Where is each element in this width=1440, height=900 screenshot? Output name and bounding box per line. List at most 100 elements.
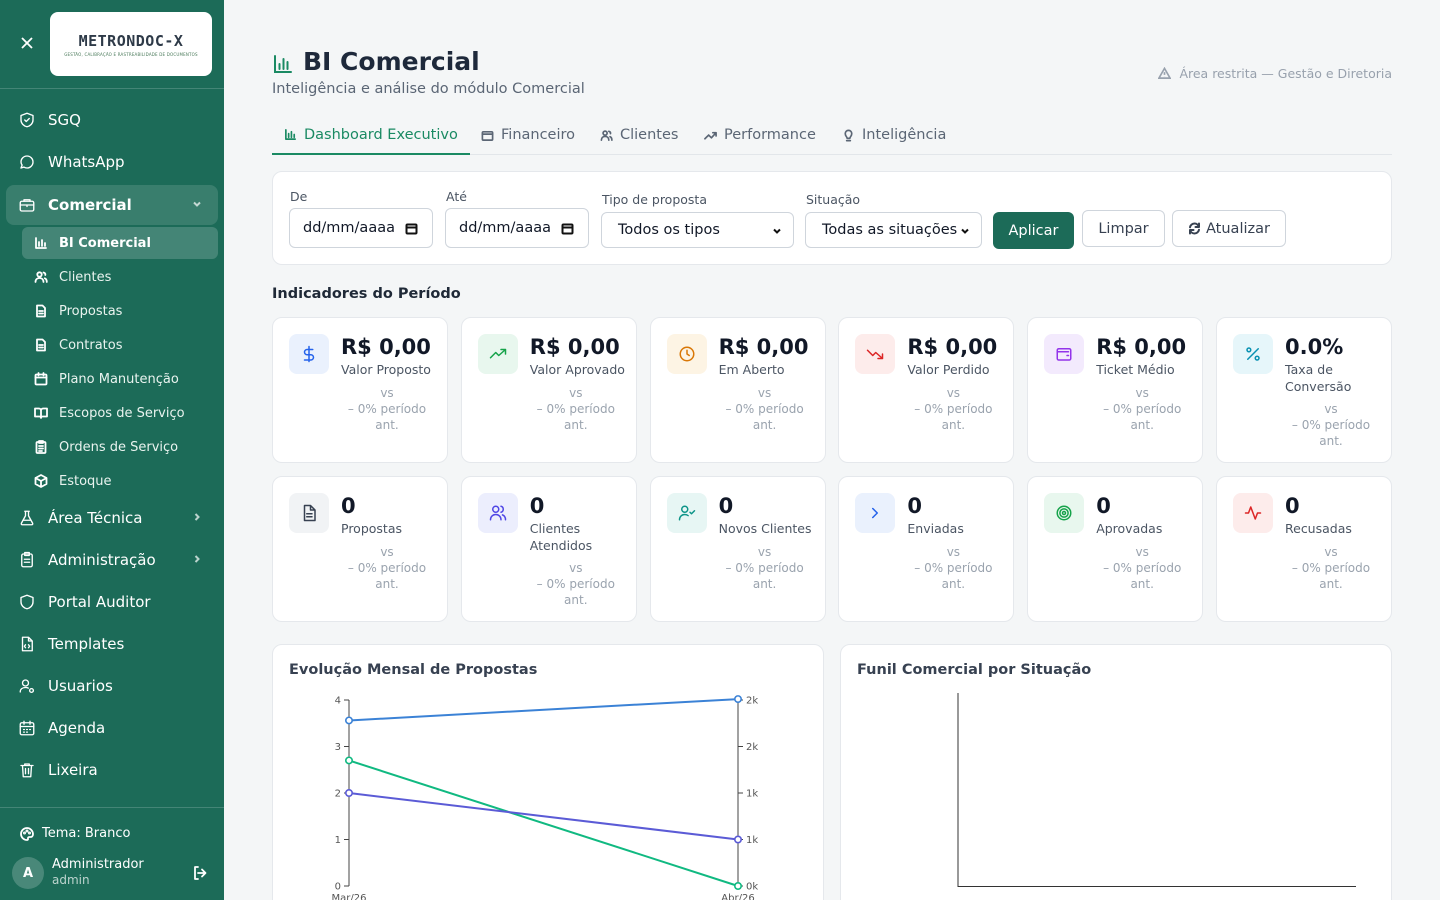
user-check-icon	[678, 505, 695, 521]
refresh-button[interactable]: Atualizar	[1172, 210, 1286, 247]
left-tick-label: 0	[335, 882, 341, 893]
sidebar-subitem-escopos[interactable]: Escopos de Serviço	[22, 397, 218, 429]
kpi-comparison-line: ant.	[941, 576, 966, 591]
sidebar-item-label: Lixeira	[48, 761, 98, 779]
kpi-comparison-line: vs	[569, 561, 583, 575]
series-point	[345, 756, 354, 765]
kpi-comparison-line: ant.	[564, 417, 588, 432]
sidebar-subitem-contratos[interactable]: Contratos	[22, 329, 218, 361]
sidebar-item-portal-auditor[interactable]: Portal Auditor	[6, 582, 218, 622]
kpi-icon-box	[1233, 334, 1273, 374]
to-date-value: dd/mm/aaaa	[459, 220, 551, 236]
logout-button[interactable]	[192, 865, 208, 881]
sales-funnel-chart: Funil Comercial por Situação	[840, 644, 1392, 900]
kpi-card: 0 Enviadas vs – 0% período ant.	[838, 476, 1015, 622]
status-select[interactable]: Todas as situações	[805, 212, 982, 248]
sidebar-subitem-label: Estoque	[59, 473, 112, 489]
sidebar-item-comercial[interactable]: Comercial	[6, 185, 218, 225]
kpi-label: Aprovadas	[1096, 521, 1163, 536]
sidebar-item-lixeira[interactable]: Lixeira	[6, 750, 218, 790]
kpi-comparison: vs – 0% período ant.	[526, 560, 626, 608]
status-label: Situação	[806, 192, 861, 207]
calendar-icon[interactable]	[405, 222, 418, 235]
restricted-notice: Área restrita — Gestão e Diretoria	[1158, 66, 1392, 81]
clear-button[interactable]: Limpar	[1082, 210, 1165, 247]
kpi-label: Clientes Atendidos	[529, 521, 593, 553]
sidebar-item-administracao[interactable]: Administração	[6, 540, 218, 580]
kpi-comparison-line: ant.	[1319, 434, 1343, 448]
kpi-comparison-line: vs	[757, 385, 772, 400]
close-sidebar-button[interactable]	[17, 32, 37, 54]
calendar-icon	[18, 719, 36, 737]
kpi-comparison: vs – 0% período ant.	[1092, 385, 1192, 433]
kpi-label: Taxa de Conversão	[1285, 362, 1352, 394]
left-tick-label: 3	[335, 742, 341, 753]
kpi-value: 0.0%	[1285, 335, 1344, 359]
to-date-input[interactable]: dd/mm/aaaa	[445, 208, 589, 248]
sidebar-subitem-estoque[interactable]: Estoque	[22, 465, 218, 497]
kpi-comparison-line: ant.	[375, 417, 399, 432]
kpi-card: R$ 0,00 Valor Perdido vs – 0% período ant.	[838, 317, 1015, 463]
logout-icon	[194, 866, 207, 880]
kpi-card: 0.0% Taxa de Conversão vs – 0% período ant.	[1216, 317, 1392, 463]
tab-clientes[interactable]: Clientes	[588, 116, 690, 154]
kpi-comparison-line: – 0% período	[725, 401, 804, 416]
kpi-comparison-line: vs	[1135, 544, 1149, 559]
sidebar-item-agenda[interactable]: Agenda	[6, 708, 218, 748]
sidebar-item-label: Agenda	[48, 719, 106, 737]
kpi-comparison-line: vs	[946, 544, 961, 559]
kpi-comparison-line: vs	[1324, 402, 1338, 416]
sidebar-header: METRONDOC-X GESTÃO, CALIBRAÇÃO E RASTREA…	[0, 0, 224, 89]
sidebar-item-label: Comercial	[48, 196, 132, 214]
tab-dashboard-executivo[interactable]: Dashboard Executivo	[272, 116, 470, 155]
sidebar-subitem-ordens-servico[interactable]: Ordens de Serviço	[22, 431, 218, 463]
avatar: A	[12, 857, 44, 889]
kpi-comparison-line: – 0% período	[1291, 560, 1371, 575]
from-date-input[interactable]: dd/mm/aaaa	[289, 208, 433, 248]
sidebar-item-area-tecnica[interactable]: Área Técnica	[6, 498, 218, 538]
sidebar-subitem-propostas[interactable]: Propostas	[22, 295, 218, 327]
calendar-icon[interactable]	[561, 222, 574, 235]
series-line	[348, 792, 739, 841]
user-name: Administrador	[52, 857, 144, 872]
kpi-value: 0	[529, 494, 545, 518]
kpi-comparison-line: ant.	[941, 417, 966, 432]
kpi-icon-box	[1044, 493, 1085, 533]
kpi-icon-box	[477, 334, 518, 374]
kpi-comparison-line: vs	[569, 385, 583, 400]
percent-icon	[1246, 347, 1260, 361]
kpi-icon-box	[855, 334, 896, 374]
kpi-icon-box	[666, 334, 707, 374]
apply-button[interactable]: Aplicar	[993, 212, 1074, 249]
sidebar-item-usuarios[interactable]: Usuarios	[6, 666, 218, 706]
kpi-comparison-line: – 0% período	[536, 401, 615, 416]
kpi-value: 0	[1096, 494, 1111, 518]
kpi-comparison-line: vs	[946, 385, 961, 400]
logo[interactable]: METRONDOC-X GESTÃO, CALIBRAÇÃO E RASTREA…	[50, 12, 212, 76]
sidebar-subitem-clientes[interactable]: Clientes	[22, 261, 218, 293]
kpi-card: 0 Novos Clientes vs – 0% período ant.	[649, 476, 826, 622]
kpi-comparison: vs – 0% período ant.	[1092, 544, 1192, 592]
chevron-down-icon	[959, 225, 971, 237]
tab-inteligencia[interactable]: Inteligência	[830, 116, 958, 154]
sidebar-subitem-bi-comercial[interactable]: BI Comercial	[22, 227, 218, 259]
kpi-card: R$ 0,00 Ticket Médio vs – 0% período ant.	[1027, 317, 1204, 463]
tab-performance[interactable]: Performance	[692, 116, 828, 154]
clock-icon	[679, 346, 695, 362]
proposal-type-select[interactable]: Todos os tipos	[601, 212, 794, 248]
sidebar-subitem-plano-manutencao[interactable]: Plano Manutenção	[22, 363, 218, 395]
kpi-comparison-line: ant.	[1319, 576, 1343, 591]
chevron-right-icon	[190, 510, 204, 524]
theme-toggle[interactable]: Tema: Branco	[20, 826, 130, 841]
tab-bar: Dashboard Executivo Financeiro Clientes …	[272, 116, 1392, 155]
tab-financeiro[interactable]: Financeiro	[469, 116, 587, 154]
sidebar-item-templates[interactable]: Templates	[6, 624, 218, 664]
sidebar-item-whatsapp[interactable]: WhatsApp	[6, 142, 218, 182]
sidebar-item-sgq[interactable]: SGQ	[6, 100, 218, 140]
kpi-comparison: vs – 0% período ant.	[715, 385, 815, 433]
x-tick-label: Mar/26	[332, 893, 367, 900]
kpi-comparison-line: – 0% período	[725, 560, 804, 575]
sidebar-item-label: Portal Auditor	[48, 593, 151, 611]
sidebar-item-label: Área Técnica	[48, 509, 143, 527]
close-icon	[21, 37, 33, 49]
